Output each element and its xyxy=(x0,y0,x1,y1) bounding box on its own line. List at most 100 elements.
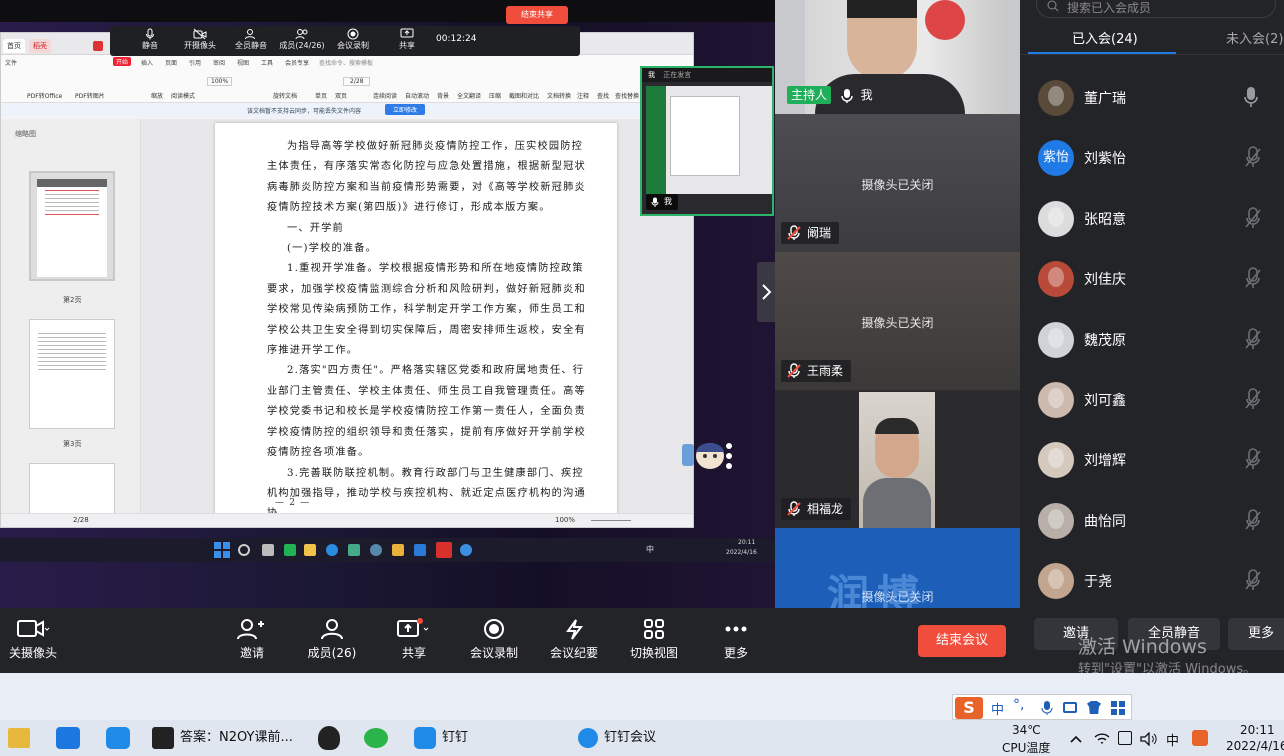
camera-off-button[interactable]: 关摄像头 xyxy=(8,618,58,661)
edge-icon[interactable] xyxy=(326,544,338,556)
mic-icon[interactable] xyxy=(1244,86,1258,108)
share-members-button[interactable]: 成员(24/26) xyxy=(278,28,326,51)
wechat-icon[interactable] xyxy=(364,728,388,748)
ribbon-convert[interactable]: 文档转换 xyxy=(547,91,571,100)
share-toolbar-button[interactable]: 共享 xyxy=(392,618,436,661)
member-row[interactable]: 刘增辉 xyxy=(1020,430,1284,490)
ribbon-bg[interactable]: 背景 xyxy=(437,91,449,100)
ribbon-autoscroll[interactable]: 自动滚动 xyxy=(405,91,429,100)
member-search-box[interactable]: 搜索已入会成员 xyxy=(1036,0,1276,18)
ribbon-translate[interactable]: 全文翻译 xyxy=(457,91,481,100)
video-tile[interactable]: 摄像头已关闭 阚瑞 xyxy=(775,114,1020,252)
app-icon[interactable] xyxy=(392,544,404,556)
ribbon-zoom[interactable]: 缩放 xyxy=(151,91,163,100)
search-icon[interactable] xyxy=(238,544,250,556)
record-toolbar-button[interactable]: 会议录制 xyxy=(466,618,522,661)
skin-icon[interactable] xyxy=(1087,701,1101,714)
notice-button[interactable]: 立即修改 xyxy=(385,104,426,115)
more-button[interactable]: 更多 xyxy=(1228,618,1284,650)
share-record-button[interactable]: 会议录制 xyxy=(332,28,374,51)
status-page[interactable]: 2/28 xyxy=(73,516,89,524)
menu-review[interactable]: 审阅 xyxy=(213,58,225,67)
thumbnail-page-2[interactable] xyxy=(29,171,115,281)
security-icon[interactable] xyxy=(1118,731,1132,745)
inner-ime[interactable]: 中 xyxy=(646,544,654,555)
member-row[interactable]: 张昭意 xyxy=(1020,189,1284,249)
app-icon[interactable] xyxy=(370,544,382,556)
menu-tools[interactable]: 工具 xyxy=(261,58,273,67)
share-mute-button[interactable]: 静音 xyxy=(132,28,168,51)
qq-icon[interactable] xyxy=(318,726,340,750)
app-blue-icon[interactable] xyxy=(56,727,80,749)
wps-icon[interactable] xyxy=(436,542,452,558)
video-tile[interactable]: 摄像头已关闭 王雨柔 xyxy=(775,252,1020,390)
mic-muted-icon[interactable] xyxy=(1244,146,1262,168)
ribbon-find[interactable]: 查找 xyxy=(597,91,609,100)
menu-member[interactable]: 会员专享 xyxy=(285,58,309,67)
thumbnail-page-4[interactable] xyxy=(29,463,115,515)
ribbon-read-mode[interactable]: 阅读模式 xyxy=(171,91,195,100)
menu-view[interactable]: 视图 xyxy=(237,58,249,67)
meeting-icon[interactable] xyxy=(460,544,472,556)
members-toolbar-button[interactable]: 成员(26) xyxy=(302,618,362,661)
end-share-button[interactable]: 结束共享 xyxy=(506,6,568,24)
ribbon-pdf-office[interactable]: PDF转Office xyxy=(27,91,62,100)
member-row[interactable]: 于尧 xyxy=(1020,551,1284,611)
menu-file[interactable]: 文件 xyxy=(5,58,17,67)
end-meeting-button[interactable]: 结束会议 xyxy=(918,625,1006,657)
assistant-mascot-icon[interactable] xyxy=(680,432,732,476)
ribbon-page-field[interactable]: 2/28 xyxy=(343,77,371,86)
ribbon-annotate[interactable]: 注释 xyxy=(577,91,589,100)
share-mute-all-button[interactable]: 全员静音 xyxy=(230,28,272,51)
ribbon-continuous[interactable]: 连续阅读 xyxy=(373,91,397,100)
member-row[interactable]: 董广瑞 xyxy=(1020,68,1284,128)
menu-page[interactable]: 页面 xyxy=(165,58,177,67)
ribbon-find-replace[interactable]: 查找替换 xyxy=(615,91,639,100)
member-row[interactable]: 刘佳庆 xyxy=(1020,249,1284,309)
mic-muted-icon[interactable] xyxy=(1244,388,1262,410)
task-view-icon[interactable] xyxy=(262,544,274,556)
thumbnail-page-3[interactable] xyxy=(29,319,115,429)
invite-toolbar-button[interactable]: 邀请 xyxy=(230,618,274,661)
menu-insert[interactable]: 插入 xyxy=(141,58,153,67)
member-row[interactable]: 魏茂原 xyxy=(1020,310,1284,370)
dingtalk-icon[interactable] xyxy=(106,727,130,749)
store-icon[interactable] xyxy=(348,544,360,556)
minutes-toolbar-button[interactable]: 会议纪要 xyxy=(546,618,602,661)
share-share-button[interactable]: 共享 xyxy=(394,28,420,51)
status-zoom[interactable]: 100% xyxy=(555,516,575,524)
dingtalk-icon[interactable] xyxy=(414,544,426,556)
tab-joined[interactable]: 已入会(24) xyxy=(1072,28,1138,47)
ribbon-zoom-field[interactable]: 100% xyxy=(207,77,233,86)
file-explorer-icon[interactable] xyxy=(8,728,30,748)
taskbar-app-answer[interactable]: 答案：N2OY课前... xyxy=(152,720,293,756)
member-row[interactable]: 刘可鑫 xyxy=(1020,370,1284,430)
wps-tab-home[interactable]: 首页 xyxy=(3,39,25,53)
mic-muted-icon[interactable] xyxy=(1244,569,1262,591)
ime-lang-toggle[interactable]: 中 xyxy=(991,699,1004,718)
folder-icon[interactable] xyxy=(304,544,316,556)
taskbar-ime[interactable]: 中 xyxy=(1166,730,1179,749)
zoom-slider[interactable] xyxy=(591,520,631,521)
video-tile[interactable]: 润博 摄像头已关闭 xyxy=(775,528,1020,608)
tab-not-joined[interactable]: 未入会(2) xyxy=(1226,28,1283,47)
mic-muted-icon[interactable] xyxy=(1244,448,1262,470)
switch-view-button[interactable]: 切换视图 xyxy=(626,618,682,661)
taskbar-app-meeting[interactable]: 钉钉会议 xyxy=(578,720,656,756)
search-command[interactable]: 查找命令、搜索模板 xyxy=(319,58,373,67)
ribbon-single[interactable]: 单页 xyxy=(315,91,327,100)
ribbon-rotate[interactable]: 旋转文档 xyxy=(273,91,297,100)
app-green-icon[interactable] xyxy=(284,544,296,556)
video-tile-host[interactable]: 主持人 我 xyxy=(775,0,1020,114)
windows-start-icon[interactable] xyxy=(214,542,230,558)
ribbon-compare[interactable]: 截图和对比 xyxy=(509,91,539,100)
mic-muted-icon[interactable] xyxy=(1244,508,1262,531)
share-camera-button[interactable]: 开摄像头 xyxy=(180,28,220,51)
member-row[interactable]: 曲怡同 xyxy=(1020,491,1284,551)
member-row[interactable]: 紫怡 刘紫怡 xyxy=(1020,128,1284,188)
menu-ref[interactable]: 引用 xyxy=(189,58,201,67)
keyboard-icon[interactable] xyxy=(1063,702,1077,713)
ribbon-compress[interactable]: 压缩 xyxy=(489,91,501,100)
mic-muted-icon[interactable] xyxy=(1244,267,1262,289)
taskbar-app-dingtalk[interactable]: 钉钉 xyxy=(414,720,468,756)
